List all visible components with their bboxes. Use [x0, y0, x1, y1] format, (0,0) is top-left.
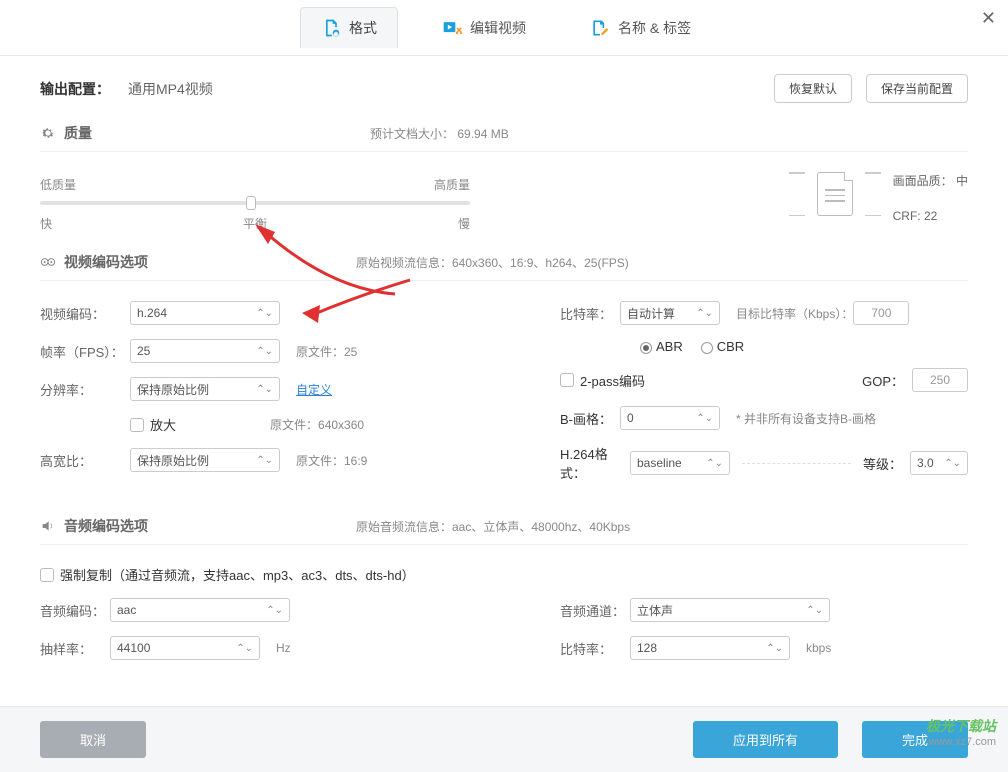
output-config-label: 输出配置：: [40, 79, 110, 99]
twopass-checkbox[interactable]: [560, 373, 574, 387]
level-label: 等级：: [863, 454, 902, 473]
force-copy-label: 强制复制（通过音频流，支持aac、mp3、ac3、dts、dts-hd）: [60, 565, 415, 584]
target-bitrate-input[interactable]: [853, 301, 909, 325]
audio-enc-title: 音频编码选项: [64, 516, 148, 536]
apply-all-button[interactable]: 应用到所有: [693, 721, 838, 758]
watermark-line2: www.xz7.com: [926, 736, 996, 748]
acodec-select[interactable]: aac⌃⌄: [110, 598, 290, 622]
audio-stream-info: 原始音频流信息：aac、立体声、48000hz、40Kbps: [356, 518, 630, 535]
res-src: 原文件：640x360: [270, 416, 364, 433]
balance-label: 平衡: [52, 215, 458, 232]
est-size-value: 69.94 MB: [457, 127, 508, 141]
output-config-value: 通用MP4视频: [128, 79, 213, 99]
aspect-src: 原文件：16:9: [296, 452, 367, 469]
h264-select[interactable]: baseline⌃⌄: [630, 451, 730, 475]
restore-defaults-button[interactable]: 恢复默认: [774, 74, 852, 103]
bframe-note: * 并非所有设备支持B-画格: [736, 410, 876, 427]
tabbar: 格式 编辑视频 名称 & 标签: [0, 0, 1008, 56]
tab-tag-label: 名称 & 标签: [618, 18, 691, 38]
tab-edit-video[interactable]: 编辑视频: [422, 8, 546, 48]
channel-select[interactable]: 立体声⌃⌄: [630, 598, 830, 622]
enlarge-checkbox[interactable]: [130, 418, 144, 432]
gear-icon: [40, 125, 56, 141]
vbitrate-label: 比特率：: [560, 304, 620, 323]
video-stream-info: 原始视频流信息：640x360、16:9、h264、25(FPS): [356, 254, 629, 271]
low-quality-label: 低质量: [40, 176, 76, 193]
cbr-radio[interactable]: [701, 342, 713, 354]
gop-label: GOP：: [862, 371, 904, 390]
vcodec-label: 视频编码：: [40, 304, 130, 323]
fps-label: 帧率（FPS）：: [40, 342, 130, 361]
vcodec-select[interactable]: h.264⌃⌄: [130, 301, 280, 325]
slow-label: 慢: [458, 215, 470, 232]
slider-thumb[interactable]: [246, 196, 256, 210]
tab-edit-label: 编辑视频: [470, 18, 526, 38]
tab-name-tag[interactable]: 名称 & 标签: [570, 8, 711, 48]
video-enc-title: 视频编码选项: [64, 252, 148, 272]
twopass-label: 2-pass编码: [580, 371, 645, 390]
speaker-icon: [40, 518, 56, 534]
level-select[interactable]: 3.0⌃⌄: [910, 451, 968, 475]
watermark-line1: 极光下载站: [926, 716, 996, 736]
res-label: 分辨率：: [40, 380, 130, 399]
annotation-arrow-icon: [300, 275, 420, 335]
doc-pencil-icon: [590, 18, 610, 38]
watermark: 极光下载站 www.xz7.com: [926, 716, 996, 748]
save-config-button[interactable]: 保存当前配置: [866, 74, 968, 103]
pic-quality-label: 画面品质：: [893, 174, 953, 188]
quality-slider[interactable]: [40, 201, 470, 205]
fps-src: 原文件：25: [296, 343, 357, 360]
close-icon[interactable]: ✕: [981, 8, 996, 29]
force-copy-checkbox[interactable]: [40, 568, 54, 582]
sample-unit: Hz: [276, 641, 291, 655]
aspect-label: 高宽比：: [40, 451, 130, 470]
est-size-label: 预计文档大小：: [370, 127, 454, 141]
pic-quality-value: 中: [956, 174, 968, 188]
bframe-select[interactable]: 0⌃⌄: [620, 406, 720, 430]
abr-radio[interactable]: [640, 342, 652, 354]
bframe-label: B-画格：: [560, 409, 620, 428]
document-icon: [817, 172, 853, 216]
sample-label: 抽样率：: [40, 639, 110, 658]
acodec-label: 音频编码：: [40, 601, 110, 620]
h264-label: H.264格式：: [560, 444, 630, 482]
res-select[interactable]: 保持原始比例⌃⌄: [130, 377, 280, 401]
tab-format[interactable]: 格式: [300, 7, 398, 48]
tab-format-label: 格式: [349, 18, 377, 38]
abitrate-label: 比特率：: [560, 639, 630, 658]
crf-value: 22: [924, 209, 937, 223]
cancel-button[interactable]: 取消: [40, 721, 146, 758]
enlarge-label: 放大: [150, 415, 176, 434]
sample-select[interactable]: 44100⌃⌄: [110, 636, 260, 660]
crf-label: CRF:: [893, 209, 921, 223]
quality-title: 质量: [64, 123, 92, 143]
film-icon: [40, 254, 56, 270]
target-bitrate-label: 目标比特率（Kbps）：: [736, 305, 853, 322]
gop-input[interactable]: [912, 368, 968, 392]
film-scissors-icon: [442, 18, 462, 38]
abitrate-select[interactable]: 128⌃⌄: [630, 636, 790, 660]
vbitrate-select[interactable]: 自动计算⌃⌄: [620, 301, 720, 325]
high-quality-label: 高质量: [434, 176, 470, 193]
aspect-select[interactable]: 保持原始比例⌃⌄: [130, 448, 280, 472]
channel-label: 音频通道：: [560, 601, 630, 620]
abitrate-unit: kbps: [806, 641, 831, 655]
fast-label: 快: [40, 215, 52, 232]
fps-select[interactable]: 25⌃⌄: [130, 339, 280, 363]
abr-label: ABR: [656, 339, 683, 354]
cbr-label: CBR: [717, 339, 744, 354]
res-custom-link[interactable]: 自定义: [296, 381, 332, 398]
doc-gear-icon: [321, 18, 341, 38]
